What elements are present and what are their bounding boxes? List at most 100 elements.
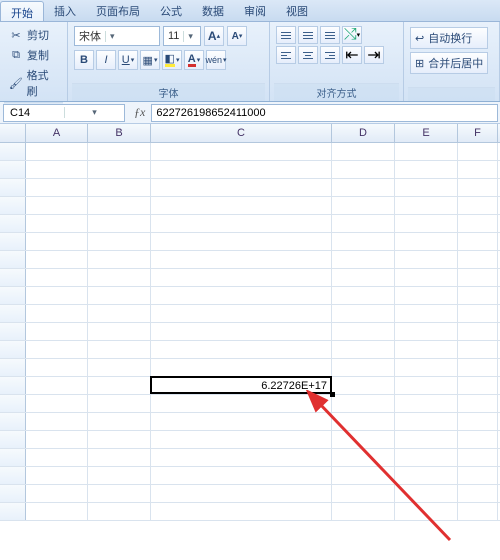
cell[interactable] [458,233,498,251]
cell[interactable] [332,503,395,521]
cell[interactable] [332,341,395,359]
decrease-indent-button[interactable]: ⇤ [342,46,362,64]
cell[interactable] [332,467,395,485]
cell[interactable] [26,359,88,377]
cell[interactable] [332,395,395,413]
cell[interactable] [88,305,151,323]
orientation-button[interactable]: ⤭▾ [342,26,362,44]
cell[interactable] [395,287,458,305]
cell[interactable] [395,413,458,431]
cell[interactable] [26,395,88,413]
align-right-button[interactable] [320,46,340,64]
tab-view[interactable]: 视图 [276,0,318,21]
cell[interactable] [395,359,458,377]
cell[interactable] [332,161,395,179]
shrink-font-button[interactable]: A▾ [227,26,247,46]
cell[interactable] [458,413,498,431]
cell[interactable] [26,161,88,179]
cell[interactable] [88,269,151,287]
tab-review[interactable]: 审阅 [234,0,276,21]
row-header[interactable] [0,269,26,286]
cell[interactable] [332,323,395,341]
cell[interactable] [458,467,498,485]
cell[interactable] [458,503,498,521]
fill-color-button[interactable]: ◧▾ [162,50,182,70]
col-header-e[interactable]: E [395,124,458,142]
cell[interactable] [458,251,498,269]
cell[interactable] [88,161,151,179]
wrap-text-button[interactable]: ↩ 自动换行 [410,27,488,49]
cell[interactable] [151,449,332,467]
cell[interactable] [458,323,498,341]
cell[interactable] [332,377,395,395]
cell[interactable] [26,179,88,197]
cell[interactable] [332,233,395,251]
cell[interactable] [88,449,151,467]
cell[interactable] [458,359,498,377]
cell[interactable] [458,305,498,323]
col-header-c[interactable]: C [151,124,332,142]
align-left-button[interactable] [276,46,296,64]
cell[interactable] [26,215,88,233]
cell[interactable] [332,413,395,431]
row-header[interactable] [0,341,26,358]
cell[interactable] [26,197,88,215]
row-header[interactable] [0,305,26,322]
tab-layout[interactable]: 页面布局 [86,0,150,21]
row-header[interactable] [0,323,26,340]
cell[interactable] [395,251,458,269]
cell[interactable] [458,431,498,449]
col-header-d[interactable]: D [332,124,395,142]
cell[interactable] [458,377,498,395]
underline-button[interactable]: U▾ [118,50,138,70]
cell[interactable] [88,431,151,449]
cell[interactable] [332,197,395,215]
cell[interactable] [458,287,498,305]
cell[interactable] [332,449,395,467]
cell[interactable] [151,161,332,179]
cell[interactable] [151,287,332,305]
cell[interactable] [395,431,458,449]
cell[interactable] [151,269,332,287]
cell[interactable] [151,395,332,413]
cell[interactable] [26,503,88,521]
cell[interactable] [88,251,151,269]
cell[interactable] [458,161,498,179]
cell[interactable] [151,467,332,485]
copy-button[interactable]: ⧉ 复制 [6,46,61,64]
cell[interactable] [395,485,458,503]
row-header[interactable] [0,431,26,448]
cell[interactable] [151,377,332,395]
cell[interactable] [395,305,458,323]
increase-indent-button[interactable]: ⇥ [364,46,384,64]
cell[interactable] [88,179,151,197]
cell[interactable] [458,485,498,503]
cell[interactable] [395,143,458,161]
cell[interactable] [88,377,151,395]
cell[interactable] [395,215,458,233]
font-name-combo[interactable]: 宋体 ▾ [74,26,160,46]
formula-input[interactable] [151,104,498,122]
cell[interactable] [458,449,498,467]
row-header[interactable] [0,449,26,466]
cell[interactable] [88,323,151,341]
row-header[interactable] [0,197,26,214]
cell[interactable] [26,341,88,359]
cell[interactable] [395,161,458,179]
cell[interactable] [395,323,458,341]
cell[interactable] [332,305,395,323]
cell[interactable] [332,359,395,377]
bold-button[interactable]: B [74,50,94,70]
cell[interactable] [26,269,88,287]
cell[interactable] [458,395,498,413]
cell[interactable] [151,359,332,377]
cell[interactable] [88,359,151,377]
cell[interactable] [458,179,498,197]
align-bottom-button[interactable] [320,26,340,44]
cell[interactable] [88,287,151,305]
cell[interactable] [395,197,458,215]
align-middle-button[interactable] [298,26,318,44]
cell[interactable] [26,251,88,269]
cell[interactable] [88,467,151,485]
cell[interactable] [151,341,332,359]
